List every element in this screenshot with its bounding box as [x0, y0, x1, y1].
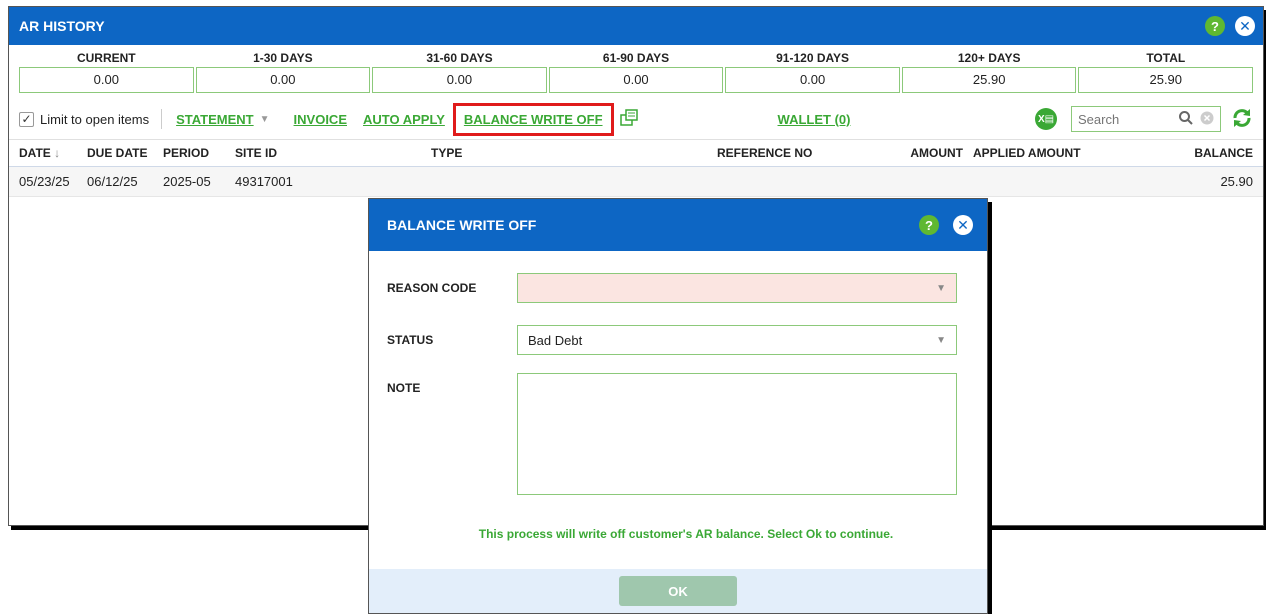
status-select[interactable]: Bad Debt ▼ [517, 325, 957, 355]
reason-code-row: REASON CODE ▼ [387, 273, 957, 303]
cell-period: 2025-05 [163, 174, 211, 189]
help-icon[interactable]: ? [919, 215, 939, 235]
col-balance[interactable]: BALANCE [1103, 146, 1263, 160]
excel-export-icon[interactable]: X▤ [1035, 108, 1057, 130]
checkbox-checked-icon[interactable]: ✓ [19, 111, 34, 127]
bucket-label: 91-120 DAYS [776, 51, 850, 65]
help-icon[interactable]: ? [1205, 16, 1225, 36]
close-icon[interactable]: ✕ [953, 215, 973, 235]
auto-apply-link[interactable]: AUTO APPLY [363, 112, 445, 127]
note-row: NOTE [387, 373, 957, 495]
reason-code-select[interactable]: ▼ [517, 273, 957, 303]
bucket-value: 25.90 [901, 67, 1077, 93]
bucket-31-60: 31-60 DAYS 0.00 [372, 49, 547, 93]
bucket-label: TOTAL [1146, 51, 1186, 65]
bucket-total: TOTAL 25.90 [1078, 49, 1254, 93]
col-date-label: DATE [19, 146, 51, 160]
sort-desc-icon[interactable]: ↓ [54, 146, 60, 160]
bucket-label: 31-60 DAYS [426, 51, 493, 65]
bucket-label: 1-30 DAYS [253, 51, 313, 65]
dialog-body: REASON CODE ▼ STATUS Bad Debt ▼ NOTE Thi… [369, 251, 987, 541]
bucket-61-90: 61-90 DAYS 0.00 [548, 49, 724, 93]
close-icon[interactable]: ✕ [1235, 16, 1255, 36]
bucket-value: 25.90 [1078, 67, 1254, 93]
bucket-1-30: 1-30 DAYS 0.00 [195, 49, 371, 93]
col-period[interactable]: PERIOD [153, 146, 225, 160]
cell-due-date: 06/12/25 [87, 174, 138, 189]
col-applied-amount[interactable]: APPLIED AMOUNT [963, 146, 1103, 160]
bucket-label: 61-90 DAYS [602, 51, 670, 65]
chevron-down-icon[interactable]: ▼ [936, 335, 946, 346]
col-type[interactable]: TYPE [421, 146, 707, 160]
reason-code-label: REASON CODE [387, 281, 477, 295]
aging-buckets: CURRENT 0.00 1-30 DAYS 0.00 31-60 DAYS 0… [9, 45, 1263, 93]
highlight-box: BALANCE WRITE OFF [452, 102, 614, 136]
balance-write-off-link[interactable]: BALANCE WRITE OFF [464, 112, 603, 127]
invoice-link[interactable]: INVOICE [294, 112, 347, 127]
copy-icon[interactable] [619, 108, 640, 130]
bucket-91-120: 91-120 DAYS 0.00 [725, 49, 900, 93]
status-label: STATUS [387, 333, 434, 347]
ok-button[interactable]: OK [619, 576, 737, 606]
bucket-value: 0.00 [195, 67, 371, 93]
limit-open-items-label: Limit to open items [40, 111, 150, 127]
bucket-label: CURRENT [76, 51, 136, 65]
table-row[interactable]: 05/23/25 06/12/25 2025-05 49317001 25.90 [9, 167, 1263, 197]
bucket-value: 0.00 [372, 67, 547, 93]
col-date[interactable]: DATE ↓ [9, 146, 77, 160]
toolbar: ✓ Limit to open items STATEMENT ▼ INVOIC… [9, 99, 1263, 139]
search-box[interactable] [1071, 106, 1221, 132]
clear-search-icon[interactable] [1200, 111, 1214, 128]
note-textarea[interactable] [517, 373, 957, 495]
window-titlebar: AR HISTORY ? ✕ [9, 7, 1263, 45]
dialog-title: BALANCE WRITE OFF [387, 217, 537, 233]
bucket-value: 0.00 [548, 67, 724, 93]
limit-open-items-checkbox[interactable]: ✓ Limit to open items [19, 111, 150, 127]
dialog-footer: OK [369, 569, 987, 613]
cell-balance: 25.90 [1220, 174, 1253, 189]
bucket-value: 0.00 [725, 67, 900, 93]
grid-header: DATE ↓ DUE DATE PERIOD SITE ID TYPE REFE… [9, 139, 1263, 167]
cell-site-id: 49317001 [235, 174, 293, 189]
bucket-current: CURRENT 0.00 [19, 49, 194, 93]
col-site-id[interactable]: SITE ID [225, 146, 421, 160]
bucket-label: 120+ DAYS [957, 51, 1021, 65]
statement-link[interactable]: STATEMENT [176, 112, 254, 127]
col-due-date[interactable]: DUE DATE [77, 146, 153, 160]
wallet-link[interactable]: WALLET (0) [778, 112, 851, 127]
note-label: NOTE [387, 381, 421, 395]
col-reference-no[interactable]: REFERENCE NO [707, 146, 897, 160]
bucket-value: 0.00 [19, 67, 194, 93]
balance-write-off-dialog: BALANCE WRITE OFF ? ✕ REASON CODE ▼ STAT… [368, 198, 988, 614]
status-value: Bad Debt [528, 332, 583, 348]
col-amount[interactable]: AMOUNT [897, 146, 963, 160]
search-input[interactable] [1078, 111, 1178, 127]
window-title: AR HISTORY [19, 18, 105, 34]
chevron-down-icon[interactable]: ▼ [936, 283, 946, 294]
search-icon[interactable] [1178, 110, 1194, 129]
cell-date: 05/23/25 [19, 174, 70, 189]
toolbar-divider [161, 109, 163, 129]
bucket-120-plus: 120+ DAYS 25.90 [901, 49, 1077, 93]
write-off-message: This process will write off customer's A… [478, 527, 894, 541]
status-row: STATUS Bad Debt ▼ [387, 325, 957, 355]
refresh-icon[interactable] [1231, 107, 1253, 132]
chevron-down-icon[interactable]: ▼ [260, 114, 270, 125]
dialog-titlebar: BALANCE WRITE OFF ? ✕ [369, 199, 987, 251]
